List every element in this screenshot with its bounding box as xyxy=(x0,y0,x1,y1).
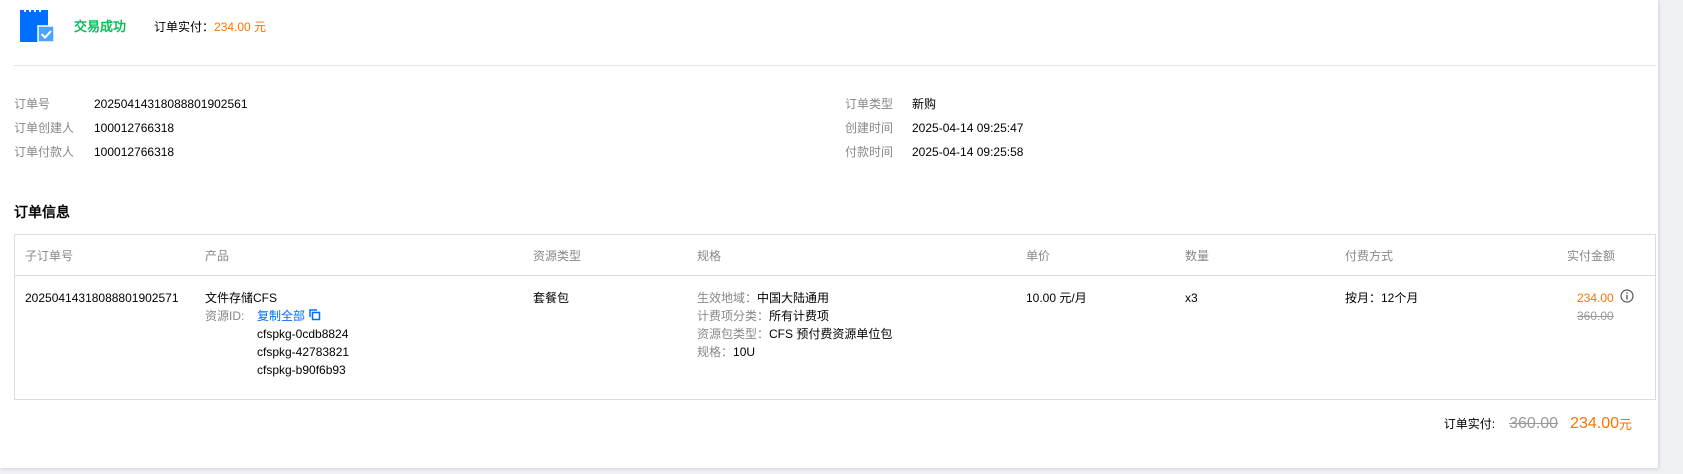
total-original: 360.00 xyxy=(1509,414,1559,432)
col-header-product: 产品 xyxy=(205,249,230,263)
col-header-resource-type: 资源类型 xyxy=(533,249,582,263)
resource-id-item: cfspkg-42783821 xyxy=(257,345,350,359)
order-success-icon xyxy=(20,8,56,44)
meta-value: 100012766318 xyxy=(94,121,175,135)
total-unit: 元 xyxy=(1618,417,1632,432)
table-header: 子订单号 产品 资源类型 规格 单价 数量 付费方式 实付金额 xyxy=(15,235,1655,276)
sub-order-id: 20250414318088801902571 xyxy=(25,291,179,305)
spec-label: 资源包类型： xyxy=(697,327,770,341)
spec-value: 10U xyxy=(733,345,756,359)
quantity: x3 xyxy=(1185,291,1198,305)
product-name: 文件存储CFS xyxy=(205,291,278,305)
resource-id-item: cfspkg-0cdb8824 xyxy=(257,327,349,341)
meta-label: 订单创建人 xyxy=(14,121,75,135)
spec-label: 生效地域： xyxy=(697,291,758,305)
order-detail-card: 交易成功 订单实付：234.00 元 订单号 20250414318088801… xyxy=(0,0,1658,468)
info-icon[interactable] xyxy=(1620,289,1634,308)
meta-value: 新购 xyxy=(912,97,937,111)
spec-value: CFS 预付费资源单位包 xyxy=(769,327,893,341)
meta-value: 2025-04-14 09:25:58 xyxy=(912,145,1024,159)
meta-order-type: 订单类型 新购 xyxy=(845,94,1445,114)
meta-value: 20250414318088801902561 xyxy=(94,97,248,111)
resource-id-item: cfspkg-b90f6b93 xyxy=(257,363,346,377)
spec-line: 计费项分类：所有计费项 xyxy=(697,307,829,325)
copy-icon[interactable] xyxy=(309,308,321,326)
header-divider xyxy=(14,65,1656,66)
meta-label: 订单类型 xyxy=(845,97,894,111)
meta-label: 付款时间 xyxy=(845,145,894,159)
copy-all-text[interactable]: 复制全部 xyxy=(257,309,305,323)
resource-type: 套餐包 xyxy=(533,291,570,305)
meta-value: 100012766318 xyxy=(94,145,175,159)
original-amount: 360.00 xyxy=(1577,309,1614,323)
resource-id-label: 资源ID: xyxy=(205,309,245,323)
total-final: 234.00 xyxy=(1570,414,1619,432)
order-items-table: 子订单号 产品 资源类型 规格 单价 数量 付费方式 实付金额 20250414… xyxy=(14,234,1656,400)
order-paid-value: 234.00 元 xyxy=(214,20,267,34)
col-header-billing: 付费方式 xyxy=(1345,249,1394,263)
paid-amount: 234.00 xyxy=(1577,291,1614,305)
meta-create-time: 创建时间 2025-04-14 09:25:47 xyxy=(845,118,1445,138)
meta-label: 订单号 xyxy=(14,97,51,111)
order-paid-label: 订单实付： xyxy=(154,20,215,34)
unit-price: 10.00 元/月 xyxy=(1026,291,1087,305)
copy-all-link[interactable]: 复制全部 xyxy=(257,307,321,326)
spec-line: 规格：10U xyxy=(697,343,755,361)
meta-order-id: 订单号 20250414318088801902561 xyxy=(14,94,614,114)
spec-label: 规格： xyxy=(697,345,734,359)
spec-line: 生效地域：中国大陆通用 xyxy=(697,289,829,307)
meta-pay-time: 付款时间 2025-04-14 09:25:58 xyxy=(845,142,1445,162)
billing-method: 按月：12个月 xyxy=(1345,291,1419,305)
paid-amount-cell: 234.00 xyxy=(1577,289,1634,308)
order-paid-summary: 订单实付：234.00 元 xyxy=(154,18,266,35)
total-label: 订单实付: xyxy=(1443,417,1496,431)
spec-label: 计费项分类： xyxy=(697,309,770,323)
col-header-unit-price: 单价 xyxy=(1026,249,1051,263)
col-header-paid-amount: 实付金额 xyxy=(1567,249,1616,263)
meta-order-payer: 订单付款人 100012766318 xyxy=(14,142,614,162)
col-header-spec: 规格 xyxy=(697,249,722,263)
order-total: 订单实付: 360.00 234.00元 xyxy=(1444,414,1632,433)
spec-value: 所有计费项 xyxy=(769,309,830,323)
order-status-bar: 交易成功 订单实付：234.00 元 xyxy=(20,6,1640,44)
spec-value: 中国大陆通用 xyxy=(757,291,830,305)
col-header-quantity: 数量 xyxy=(1185,249,1210,263)
meta-order-creator: 订单创建人 100012766318 xyxy=(14,118,614,138)
section-title-order-info: 订单信息 xyxy=(14,204,70,220)
meta-label: 订单付款人 xyxy=(14,145,75,159)
col-header-sub-order: 子订单号 xyxy=(25,249,74,263)
order-status-text: 交易成功 xyxy=(74,19,127,34)
spec-line: 资源包类型：CFS 预付费资源单位包 xyxy=(697,325,892,343)
meta-label: 创建时间 xyxy=(845,121,894,135)
meta-value: 2025-04-14 09:25:47 xyxy=(912,121,1024,135)
